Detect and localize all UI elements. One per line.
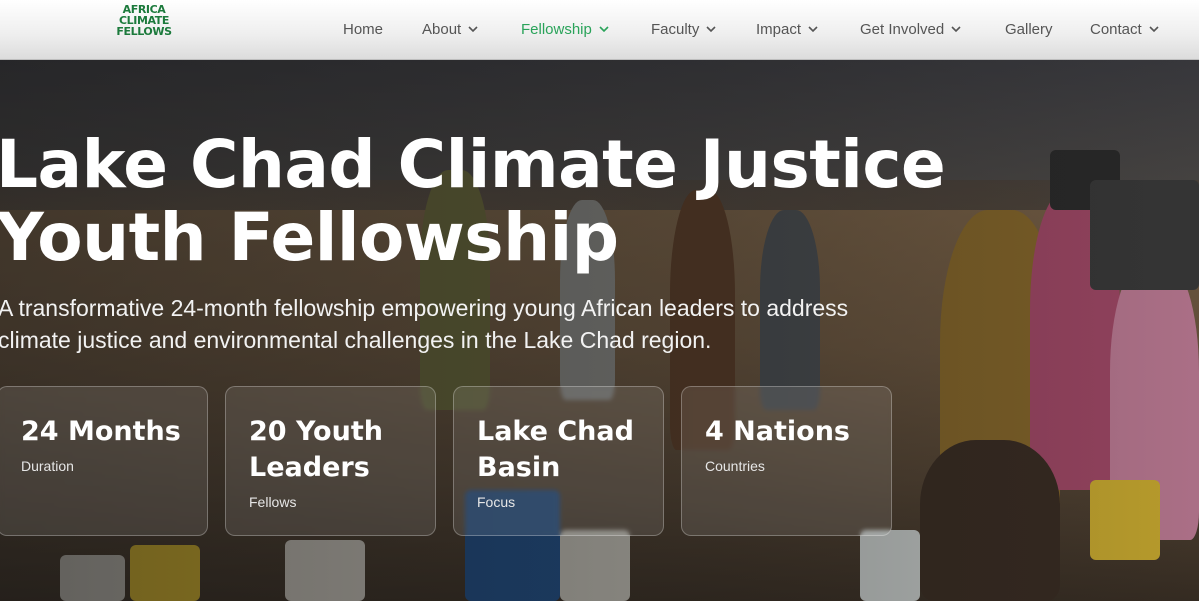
nav-gallery[interactable]: Gallery bbox=[1005, 18, 1053, 40]
stat-value: 20 Youth Leaders bbox=[249, 416, 383, 483]
stat-card-focus: Lake Chad Basin Focus bbox=[453, 386, 664, 536]
chevron-down-icon bbox=[807, 23, 819, 35]
nav-about-label: About bbox=[422, 20, 462, 38]
page-title: Lake Chad Climate Justice Youth Fellowsh… bbox=[0, 128, 996, 274]
nav-impact[interactable]: Impact bbox=[756, 18, 819, 40]
stats-row: 24 Months Duration 20 Youth Leaders Fell… bbox=[0, 386, 1199, 536]
nav-home-label: Home bbox=[343, 20, 384, 38]
stat-card-fellows: 20 Youth Leaders Fellows bbox=[225, 386, 436, 536]
stat-label: Duration bbox=[21, 458, 74, 474]
nav-about[interactable]: About bbox=[422, 18, 479, 40]
nav-get-involved[interactable]: Get Involved bbox=[860, 18, 962, 40]
chevron-down-icon bbox=[950, 23, 962, 35]
hero-subtitle-line-1: A transformative 24-month fellowship emp… bbox=[0, 295, 849, 321]
hero-subtitle: A transformative 24-month fellowship emp… bbox=[0, 292, 938, 356]
stat-value: 4 Nations bbox=[705, 416, 851, 447]
nav-fellowship-label: Fellowship bbox=[521, 20, 592, 38]
stat-label: Fellows bbox=[249, 494, 297, 510]
nav-contact-label: Contact bbox=[1090, 20, 1142, 38]
nav-home[interactable]: Home bbox=[343, 18, 383, 40]
stat-label: Countries bbox=[705, 458, 765, 474]
nav-get-involved-label: Get Involved bbox=[860, 20, 945, 38]
nav-faculty-label: Faculty bbox=[651, 20, 700, 38]
page-title-line-2: Youth Fellowship bbox=[0, 199, 619, 276]
stat-card-countries: 4 Nations Countries bbox=[681, 386, 892, 536]
chevron-down-icon bbox=[705, 23, 717, 35]
chevron-down-icon bbox=[598, 23, 610, 35]
chevron-down-icon bbox=[1148, 23, 1160, 35]
africa-climate-fellows-logo[interactable]: AFRICA CLIMATE FELLOWS bbox=[112, 4, 176, 48]
stat-value: 24 Months bbox=[21, 416, 181, 447]
hero-section: Lake Chad Climate Justice Youth Fellowsh… bbox=[0, 60, 1199, 601]
stat-label: Focus bbox=[477, 494, 516, 510]
nav-faculty[interactable]: Faculty bbox=[651, 18, 717, 40]
nav-fellowship[interactable]: Fellowship bbox=[521, 18, 610, 40]
chevron-down-icon bbox=[467, 23, 479, 35]
hero-subtitle-line-2: climate justice and environmental challe… bbox=[0, 327, 712, 353]
top-navigation: AFRICA CLIMATE FELLOWS Home About Fellow… bbox=[0, 0, 1199, 60]
stat-value: Lake Chad Basin bbox=[477, 416, 634, 483]
nav-contact[interactable]: Contact bbox=[1090, 18, 1160, 40]
nav-impact-label: Impact bbox=[756, 20, 802, 38]
stat-card-duration: 24 Months Duration bbox=[0, 386, 208, 536]
logo-line-3: FELLOWS bbox=[116, 25, 172, 38]
page-title-line-1: Lake Chad Climate Justice bbox=[0, 126, 946, 203]
nav-gallery-label: Gallery bbox=[1005, 20, 1053, 38]
